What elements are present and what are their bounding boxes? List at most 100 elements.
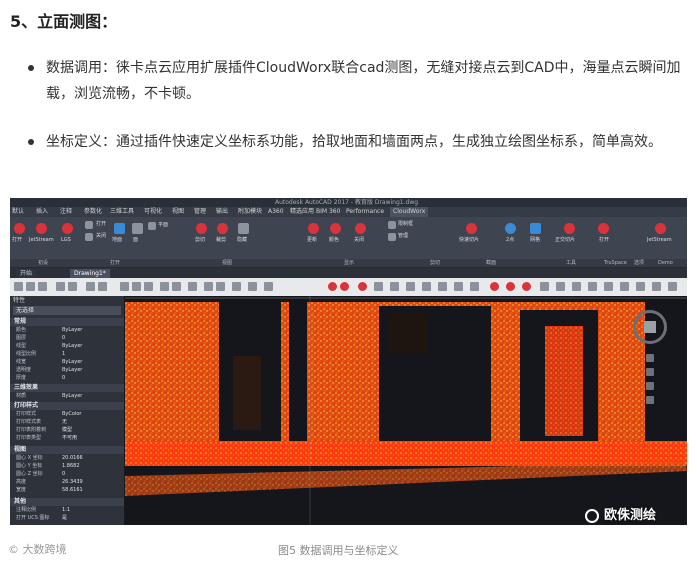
undo-icon[interactable] (86, 282, 95, 291)
circle-icon[interactable] (232, 282, 241, 291)
layer-icon[interactable] (160, 282, 169, 291)
menu-tab[interactable]: 可视化 (144, 207, 162, 217)
menu-tab[interactable]: 三维工具 (110, 207, 134, 217)
menu-tab[interactable]: 注释 (60, 207, 72, 217)
clip-icon[interactable] (217, 223, 228, 234)
viewcube[interactable] (633, 310, 667, 344)
zoom-icon[interactable] (646, 382, 654, 390)
menu-tab[interactable]: 管理 (194, 207, 206, 217)
grid-icon[interactable] (438, 282, 447, 291)
toolbar-icon[interactable] (620, 282, 629, 291)
preview-icon[interactable] (68, 282, 77, 291)
quick-slice-icon[interactable] (466, 223, 477, 234)
property-row[interactable]: 打印样式表无 (10, 418, 124, 426)
toolbar-icon[interactable] (668, 282, 677, 291)
section-view[interactable]: 视图 (10, 446, 124, 454)
toolbar-icon[interactable] (556, 282, 565, 291)
zoom-icon[interactable] (132, 282, 141, 291)
section-misc[interactable]: 其他 (10, 498, 124, 506)
property-row[interactable]: 打开 UCS 图标是 (10, 514, 124, 522)
limit-box-icon[interactable] (388, 221, 396, 229)
toolbar-icon[interactable] (588, 282, 597, 291)
snap-icon[interactable] (422, 282, 431, 291)
menu-tab[interactable]: 附加模块 (238, 207, 262, 217)
property-row[interactable]: 宽度 58.6161 (10, 486, 124, 494)
property-row[interactable]: 线型比例 1 (10, 350, 124, 358)
mesh-icon[interactable] (530, 223, 541, 234)
two-point-icon[interactable] (505, 223, 516, 234)
open-icon[interactable] (598, 223, 609, 234)
menu-tab[interactable]: 参数化 (84, 207, 102, 217)
hide-icon[interactable] (238, 223, 249, 234)
property-row[interactable]: 颜色 ByLayer (10, 326, 124, 334)
close-cloud-icon[interactable] (355, 223, 366, 234)
menu-tab[interactable]: A360 (268, 207, 284, 217)
lgs-icon[interactable] (62, 223, 73, 234)
zoom-window-icon[interactable] (144, 282, 153, 291)
menu-tab[interactable]: 输出 (216, 207, 228, 217)
menu-tab[interactable]: Performance (346, 207, 384, 217)
tab-start[interactable]: 开始 (16, 269, 37, 278)
ground-icon[interactable] (114, 223, 125, 234)
ortho-slice-icon[interactable] (564, 223, 575, 234)
settings-icon[interactable] (540, 282, 549, 291)
selection-dropdown[interactable]: 无选择 (13, 306, 121, 315)
property-row[interactable]: 打印样式 ByColor (10, 410, 124, 418)
cloudworx-limit-icon[interactable] (490, 282, 499, 291)
new-icon[interactable] (14, 282, 23, 291)
property-row[interactable]: 注释比例 1:1 (10, 506, 124, 514)
toolbar-icon[interactable] (572, 282, 581, 291)
property-row[interactable]: 图层 0 (10, 334, 124, 342)
property-row[interactable]: 圆心 Y 坐标 1.8682 (10, 462, 124, 470)
menu-tab[interactable]: 默认 (12, 207, 24, 217)
open-icon[interactable] (14, 223, 25, 234)
property-row[interactable]: 厚度 0 (10, 374, 124, 382)
menu-tab-cloudworx[interactable]: CloudWorx (390, 207, 429, 217)
property-row[interactable]: 线宽 ByLayer (10, 358, 124, 366)
toolbar-icon[interactable] (652, 282, 661, 291)
jetstream-icon[interactable] (36, 223, 47, 234)
pan-icon[interactable] (646, 368, 654, 376)
face-icon[interactable] (132, 223, 143, 234)
toolbar-icon[interactable] (636, 282, 645, 291)
view-icon[interactable] (374, 282, 383, 291)
print-icon[interactable] (56, 282, 65, 291)
orbit-icon[interactable] (646, 396, 654, 404)
point-cloud-viewport[interactable] (125, 296, 687, 525)
property-row[interactable]: 圆心 X 坐标 20.0166 (10, 454, 124, 462)
property-row[interactable]: 高度 26.3439 (10, 478, 124, 486)
viewcube-face[interactable] (644, 321, 656, 333)
menu-tab[interactable]: 插入 (36, 207, 48, 217)
section-plot-style[interactable]: 打印样式 (10, 402, 124, 410)
hatch-icon[interactable] (264, 282, 273, 291)
polar-icon[interactable] (470, 282, 479, 291)
cloudworx-hide-icon[interactable] (522, 282, 531, 291)
match-icon[interactable] (188, 282, 197, 291)
menu-tab[interactable]: BIM 360 (316, 207, 340, 217)
nav-wheel-icon[interactable] (646, 354, 654, 362)
pan-icon[interactable] (120, 282, 129, 291)
cloudworx-color-icon[interactable] (506, 282, 515, 291)
tab-drawing1[interactable]: Drawing1* (70, 269, 110, 278)
manage-icon[interactable] (388, 233, 396, 241)
line-icon[interactable] (204, 282, 213, 291)
property-row[interactable]: 线型 ByLayer (10, 342, 124, 350)
open-icon[interactable] (85, 221, 93, 229)
jetstream-icon[interactable] (655, 223, 666, 234)
update-icon[interactable] (308, 223, 319, 234)
cloudworx-slice-icon[interactable] (358, 282, 367, 291)
property-row[interactable]: 透明度 ByLayer (10, 366, 124, 374)
toolbar-icon[interactable] (604, 282, 613, 291)
cut-icon[interactable] (196, 223, 207, 234)
menu-tab[interactable]: 精选应用 (290, 207, 314, 217)
property-row[interactable]: 打印表附着到 模型 (10, 426, 124, 434)
redo-icon[interactable] (98, 282, 107, 291)
save-icon[interactable] (38, 282, 47, 291)
open-file-icon[interactable] (26, 282, 35, 291)
cloudworx-open-icon[interactable] (328, 282, 337, 291)
properties-icon[interactable] (172, 282, 181, 291)
measure-icon[interactable] (406, 282, 415, 291)
section-3d-effects[interactable]: 三维效果 (10, 384, 124, 392)
close-icon[interactable] (85, 233, 93, 241)
property-row[interactable]: 圆心 Z 坐标 0 (10, 470, 124, 478)
